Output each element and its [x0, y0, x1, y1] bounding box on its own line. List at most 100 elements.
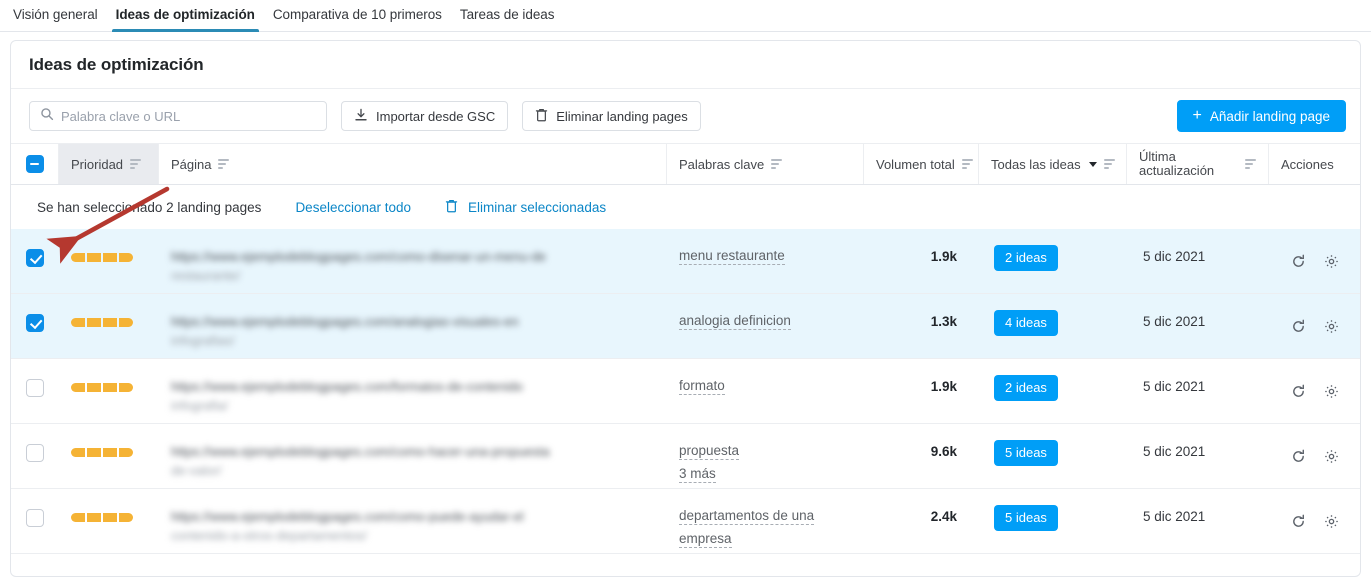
row-select-cell — [11, 359, 59, 423]
page-url-redacted: https://www.ejemplodeblogpages.com/analo… — [171, 314, 519, 348]
gear-icon[interactable] — [1324, 384, 1339, 399]
trash-icon — [535, 108, 548, 125]
page-url-cell[interactable]: https://www.ejemplodeblogpages.com/forma… — [159, 359, 667, 423]
refresh-icon[interactable] — [1291, 384, 1306, 399]
deselect-all-link[interactable]: Deseleccionar todo — [295, 200, 411, 215]
page-url-cell[interactable]: https://www.ejemplodeblogpages.com/como-… — [159, 229, 667, 293]
keyword-link[interactable]: formato — [679, 377, 725, 395]
row-select-cell — [11, 489, 59, 553]
import-gsc-label: Importar desde GSC — [376, 108, 496, 124]
import-gsc-button[interactable]: Importar desde GSC — [341, 101, 509, 131]
refresh-icon[interactable] — [1291, 319, 1306, 334]
priority-segment — [71, 448, 85, 457]
column-label-priority: Prioridad — [71, 156, 124, 172]
priority-bar — [71, 448, 133, 457]
refresh-icon[interactable] — [1291, 449, 1306, 464]
row-checkbox[interactable] — [26, 444, 44, 462]
sort-icon[interactable] — [771, 159, 783, 169]
download-icon — [354, 108, 368, 125]
priority-cell — [59, 294, 159, 358]
priority-segment — [103, 513, 117, 522]
priority-segment — [87, 513, 101, 522]
tab-ideas-optimizacion[interactable]: Ideas de optimización — [107, 8, 264, 32]
column-header-page[interactable]: Página — [159, 144, 667, 184]
ideas-cell: 5 ideas — [979, 489, 1127, 553]
refresh-icon[interactable] — [1291, 514, 1306, 529]
ideas-badge[interactable]: 2 ideas — [994, 375, 1058, 401]
keyword-link[interactable]: 3 más — [679, 465, 716, 483]
ideas-badge[interactable]: 2 ideas — [994, 245, 1058, 271]
search-input[interactable] — [61, 108, 316, 124]
row-select-cell — [11, 229, 59, 293]
total-volume-cell: 1.9k — [930, 249, 957, 264]
page-url-cell[interactable]: https://www.ejemplodeblogpages.com/analo… — [159, 294, 667, 358]
priority-bar — [71, 253, 133, 262]
priority-segment — [119, 383, 133, 392]
tab-comparativa-10-primeros[interactable]: Comparativa de 10 primeros — [264, 8, 451, 31]
search-box[interactable] — [29, 101, 327, 131]
total-volume-cell: 1.3k — [930, 314, 957, 329]
row-checkbox[interactable] — [26, 379, 44, 397]
keywords-cell: menu restaurante — [667, 229, 864, 293]
column-header-total-volume[interactable]: Volumen total — [864, 144, 979, 184]
priority-bar — [71, 318, 133, 327]
row-checkbox[interactable] — [26, 249, 44, 267]
refresh-icon[interactable] — [1291, 254, 1306, 269]
priority-segment — [119, 318, 133, 327]
column-label-keywords: Palabras clave — [679, 156, 765, 172]
table-row: https://www.ejemplodeblogpages.com/como-… — [11, 424, 1360, 489]
priority-segment — [103, 383, 117, 392]
tab-vision-general[interactable]: Visión general — [4, 8, 107, 31]
ideas-badge[interactable]: 5 ideas — [994, 505, 1058, 531]
priority-segment — [87, 448, 101, 457]
keyword-link[interactable]: propuesta — [679, 442, 740, 460]
total-volume-cell: 9.6k — [930, 444, 957, 459]
column-label-ideas-filter: Todas las ideas — [991, 156, 1081, 172]
chevron-down-icon[interactable] — [1088, 161, 1097, 167]
sort-icon[interactable] — [961, 159, 973, 169]
delete-selected-action[interactable]: Eliminar seleccionadas — [445, 199, 606, 216]
page-title: Ideas de optimización — [11, 41, 1360, 89]
table-body: https://www.ejemplodeblogpages.com/como-… — [11, 229, 1360, 554]
gear-icon[interactable] — [1324, 254, 1339, 269]
last-update-cell: 5 dic 2021 — [1143, 249, 1206, 264]
column-header-priority[interactable]: Prioridad — [59, 144, 159, 184]
keywords-cell: departamentos de una empresa — [667, 489, 864, 553]
page-url-redacted: https://www.ejemplodeblogpages.com/como-… — [171, 249, 547, 283]
sort-icon[interactable] — [218, 159, 230, 169]
gear-icon[interactable] — [1324, 319, 1339, 334]
priority-segment — [71, 318, 85, 327]
keywords-cell: propuesta 3 más — [667, 424, 864, 488]
priority-bar — [71, 513, 133, 522]
row-checkbox[interactable] — [26, 314, 44, 332]
sort-icon[interactable] — [1245, 159, 1256, 169]
column-header-ideas-filter[interactable]: Todas las ideas — [979, 144, 1127, 184]
priority-cell — [59, 359, 159, 423]
keyword-link[interactable]: analogia definicion — [679, 312, 791, 330]
keyword-link[interactable]: empresa — [679, 530, 732, 548]
gear-icon[interactable] — [1324, 449, 1339, 464]
column-header-last-update[interactable]: Última actualización — [1127, 144, 1269, 184]
delete-landing-pages-button[interactable]: Eliminar landing pages — [522, 101, 701, 131]
column-label-last-update: Última actualización — [1139, 150, 1214, 178]
row-checkbox[interactable] — [26, 509, 44, 527]
page-url-cell[interactable]: https://www.ejemplodeblogpages.com/como-… — [159, 489, 667, 553]
page-url-cell[interactable]: https://www.ejemplodeblogpages.com/como-… — [159, 424, 667, 488]
page-url-redacted-line2: contenido-a-otros-departamentos/ — [171, 528, 367, 543]
keyword-link[interactable]: menu restaurante — [679, 247, 785, 265]
priority-segment — [71, 253, 85, 262]
table-header: Prioridad Página Palabras clave Volumen … — [11, 143, 1360, 185]
ideas-badge[interactable]: 4 ideas — [994, 310, 1058, 336]
sort-icon[interactable] — [1103, 159, 1115, 169]
table-row: https://www.ejemplodeblogpages.com/forma… — [11, 359, 1360, 424]
keyword-link[interactable]: departamentos de una — [679, 507, 815, 525]
gear-icon[interactable] — [1324, 514, 1339, 529]
column-header-keywords[interactable]: Palabras clave — [667, 144, 864, 184]
sort-icon[interactable] — [130, 159, 142, 169]
ideas-badge[interactable]: 5 ideas — [994, 440, 1058, 466]
select-all-checkbox[interactable] — [25, 155, 44, 173]
priority-segment — [87, 253, 101, 262]
tab-tareas-de-ideas[interactable]: Tareas de ideas — [451, 8, 564, 31]
optimization-ideas-card: Ideas de optimización Importar desde GSC — [10, 40, 1361, 577]
add-landing-page-button[interactable]: + Añadir landing page — [1176, 100, 1346, 132]
